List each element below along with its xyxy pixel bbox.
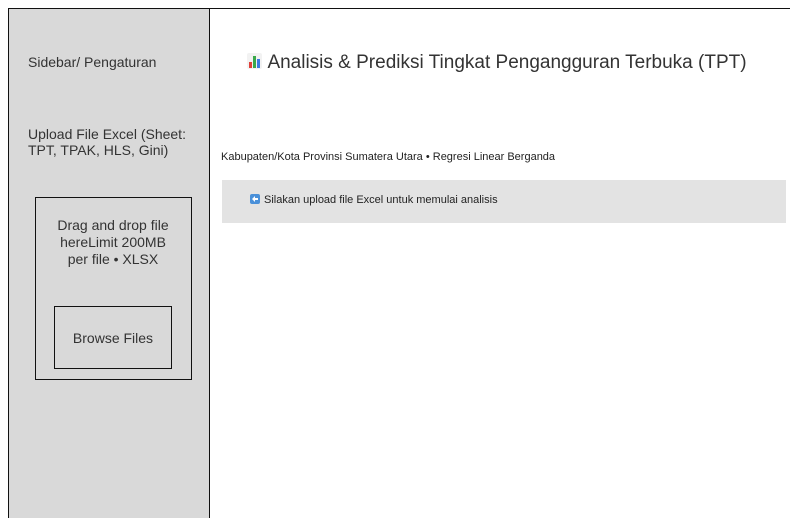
page-title: Analisis & Prediksi Tingkat Pengangguran…: [210, 52, 784, 74]
browse-files-button[interactable]: Browse Files: [54, 306, 172, 369]
app-window: Sidebar/ Pengaturan Upload File Excel (S…: [8, 8, 790, 518]
upload-label: Upload File Excel (Sheet: TPT, TPAK, HLS…: [28, 126, 186, 158]
sidebar-title: Sidebar/ Pengaturan: [28, 54, 157, 70]
main-content: Analisis & Prediksi Tingkat Pengangguran…: [210, 9, 790, 518]
sidebar: Sidebar/ Pengaturan Upload File Excel (S…: [9, 9, 210, 518]
page-subtitle: Kabupaten/Kota Provinsi Sumatera Utara •…: [221, 151, 556, 163]
info-alert-content: Silakan upload file Excel untuk memulai …: [250, 194, 498, 206]
file-dropzone[interactable]: Drag and drop file hereLimit 200MB per f…: [35, 197, 192, 380]
info-alert-text: Silakan upload file Excel untuk memulai …: [264, 194, 498, 206]
dropzone-instructions: Drag and drop file hereLimit 200MB per f…: [57, 217, 169, 267]
page-title-text: Analisis & Prediksi Tingkat Pengangguran…: [267, 52, 747, 73]
info-alert: Silakan upload file Excel untuk memulai …: [222, 180, 786, 223]
left-arrow-icon: [250, 194, 260, 204]
bar-chart-icon: [247, 53, 263, 69]
